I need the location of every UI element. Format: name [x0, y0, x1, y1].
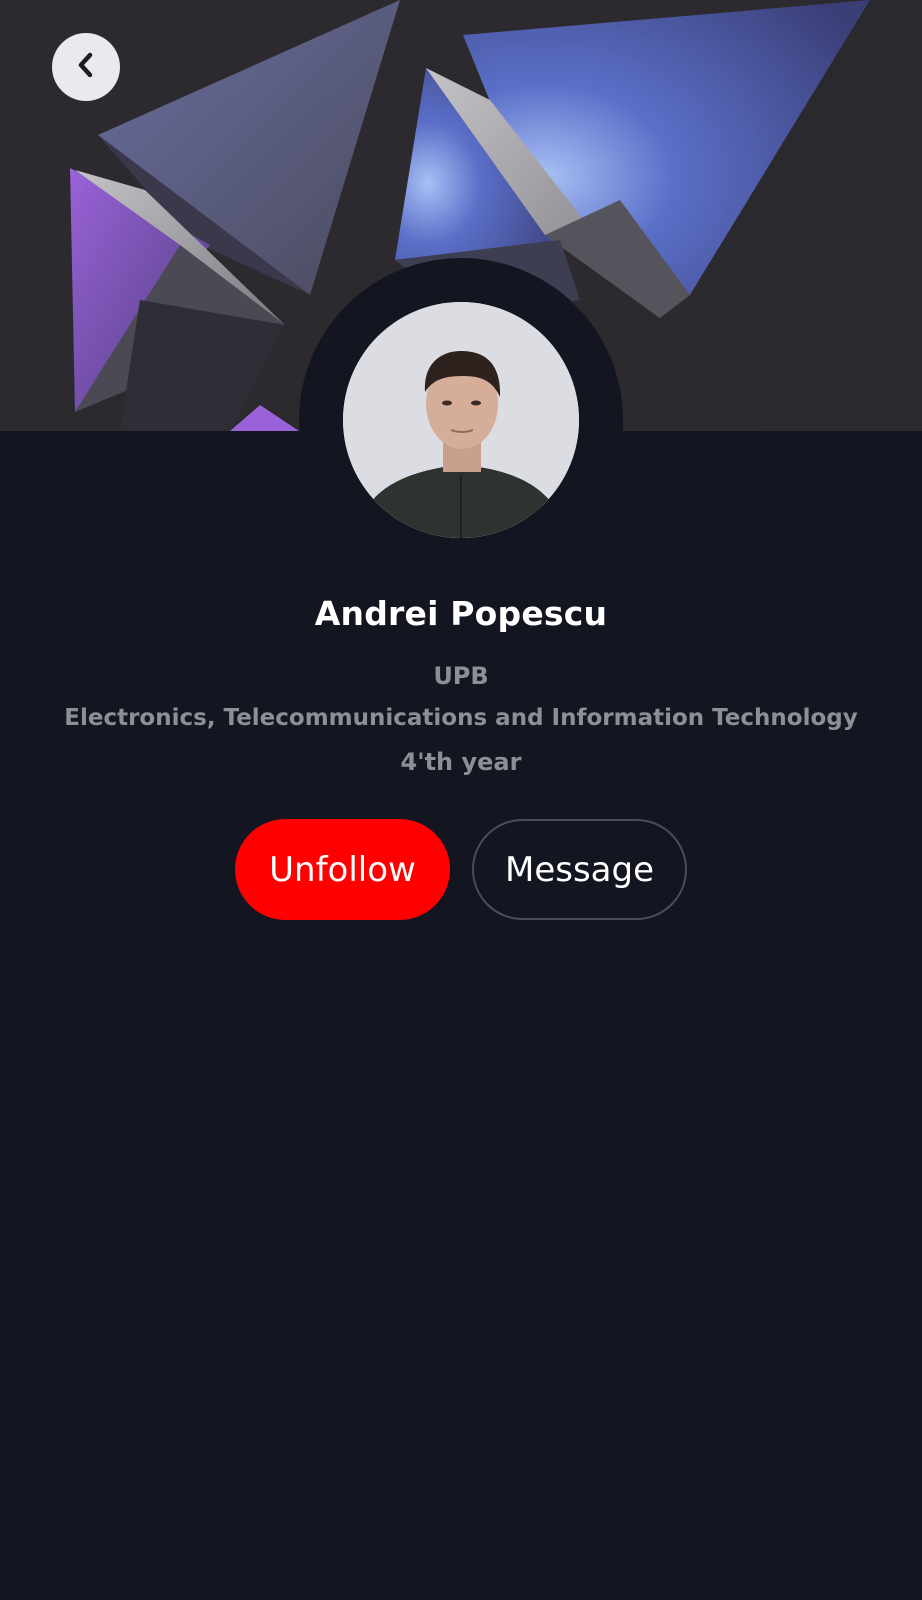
unfollow-label: Unfollow	[269, 849, 416, 890]
faculty-label: Electronics, Telecommunications and Info…	[64, 705, 858, 731]
chevron-left-icon	[73, 50, 99, 84]
unfollow-button[interactable]: Unfollow	[235, 819, 450, 920]
profile-name: Andrei Popescu	[314, 594, 608, 633]
avatar[interactable]	[343, 302, 579, 538]
message-button[interactable]: Message	[472, 819, 687, 920]
university-label: UPB	[433, 662, 489, 690]
message-label: Message	[504, 849, 654, 890]
year-label: 4'th year	[400, 748, 522, 776]
profile-screen: Andrei Popescu UPB Electronics, Telecomm…	[0, 0, 922, 1600]
back-button[interactable]	[52, 33, 120, 101]
